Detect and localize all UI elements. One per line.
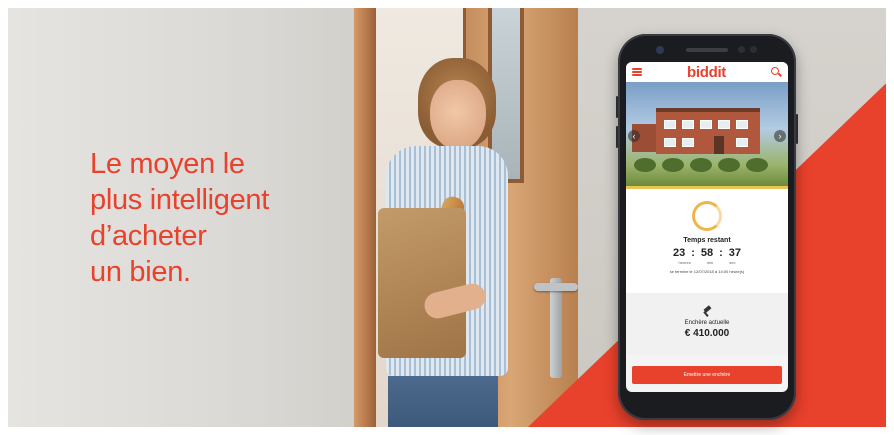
countdown-separator: : (719, 247, 723, 259)
property-photo: ‹ › (626, 82, 788, 186)
window (664, 138, 676, 147)
prev-photo-button[interactable]: ‹ (628, 130, 640, 142)
search-icon[interactable] (771, 66, 782, 78)
unit-seconds: sec (729, 260, 736, 265)
unit-hours: heures (678, 260, 691, 265)
volume-button (616, 96, 618, 118)
hamburger-icon[interactable] (632, 68, 642, 76)
hammer-icon (702, 307, 712, 317)
app-screen: biddit ‹ › Temps restant 23: 58: 37 he… (626, 62, 788, 392)
hedge (690, 158, 712, 172)
sensor-dot (750, 46, 757, 53)
countdown-seconds: 37 (728, 247, 742, 259)
timer-card: Temps restant 23 : 58 : 37 heures min se… (626, 189, 788, 293)
front-door (714, 136, 724, 154)
door-frame (354, 8, 376, 427)
face (430, 80, 486, 150)
sensor-dot (738, 46, 745, 53)
power-button (796, 114, 798, 144)
hedge (634, 158, 656, 172)
hedge (718, 158, 740, 172)
countdown-separator: : (691, 247, 695, 259)
jeans (388, 376, 498, 427)
door-lock-plate (550, 278, 562, 378)
current-bid-label: Enchère actuelle (684, 320, 730, 326)
headline-line-4: un bien. (90, 256, 191, 288)
house (656, 108, 760, 154)
biddit-logo: biddit (686, 63, 727, 81)
grocery-bag (378, 208, 466, 358)
woman-with-groceries (378, 58, 518, 427)
window (718, 120, 730, 129)
countdown-minutes: 58 (700, 247, 714, 259)
countdown-hours: 23 (672, 247, 686, 259)
timer-label: Temps restant (683, 237, 731, 244)
app-header: biddit (626, 62, 788, 82)
smartphone: biddit ‹ › Temps restant 23: 58: 37 he… (616, 34, 798, 420)
unit-minutes: min (706, 260, 714, 265)
window (682, 120, 694, 129)
auction-end-text: se termine le 12/07/2018 à 14:00 heure(s… (669, 269, 745, 274)
camera-icon (656, 46, 664, 54)
hedge (746, 158, 768, 172)
window (736, 120, 748, 129)
countdown: 23 : 58 : 37 (626, 247, 788, 259)
current-bid-card: Enchère actuelle € 410.000 (626, 293, 788, 355)
place-bid-button[interactable]: Emettre une enchère (632, 366, 782, 384)
window (682, 138, 694, 147)
volume-button (616, 126, 618, 148)
current-bid-value: € 410.000 (684, 328, 730, 339)
countdown-ring-icon (692, 201, 722, 231)
headline-line-2: plus intelligent (90, 184, 269, 216)
hedge (662, 158, 684, 172)
door-handle (534, 283, 578, 291)
countdown-units: heures min sec (626, 260, 788, 265)
headline: Le moyen le plus intelligent d’acheter u… (90, 146, 350, 290)
headline-line-1: Le moyen le (90, 148, 245, 180)
speaker-grille (686, 48, 728, 52)
window (664, 120, 676, 129)
window (700, 120, 712, 129)
window (736, 138, 748, 147)
headline-line-3: d’acheter (90, 220, 207, 252)
next-photo-button[interactable]: › (774, 130, 786, 142)
